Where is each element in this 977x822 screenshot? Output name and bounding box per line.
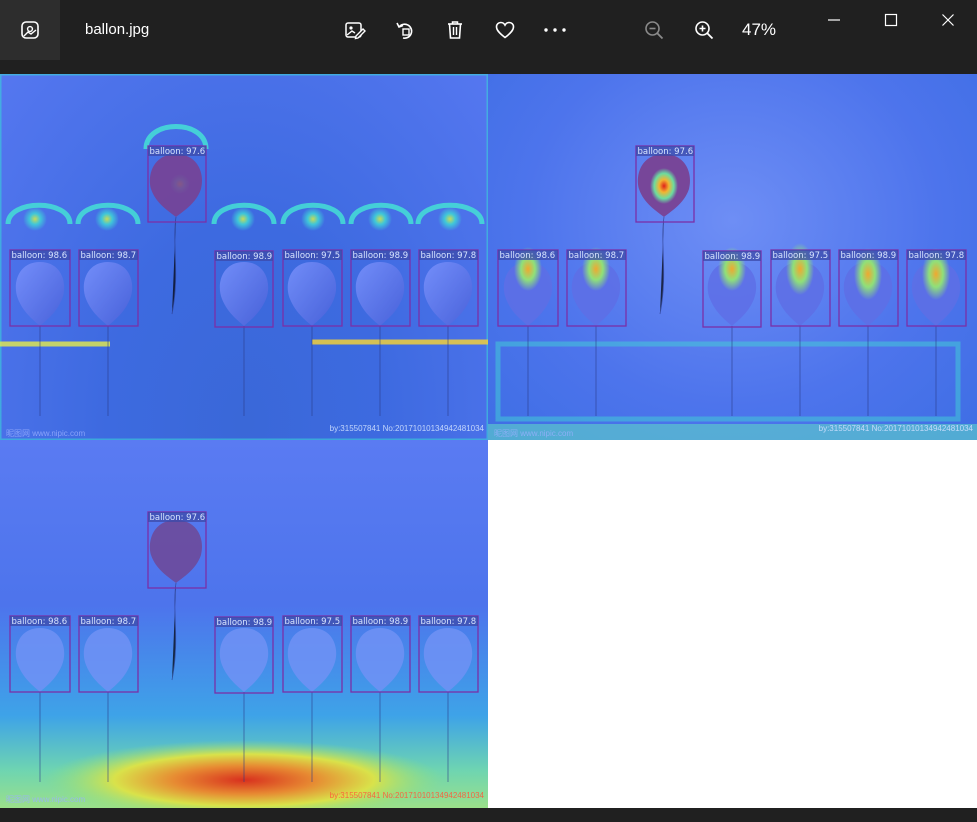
edit-image-button[interactable]: [341, 16, 369, 44]
detection-label: balloon: 97.6: [150, 513, 206, 523]
detection-label: balloon: 97.5: [773, 251, 829, 261]
bottom-bar: [0, 808, 977, 822]
zoom-out-button[interactable]: [640, 16, 668, 44]
close-icon: [942, 14, 954, 26]
detection-box: balloon: 98.7: [78, 249, 139, 327]
watermark-left: 昵图网 www.nipic.com: [6, 795, 86, 804]
more-options-button[interactable]: [541, 16, 569, 44]
detection-box: balloon: 98.9: [702, 250, 762, 328]
minimize-icon: [828, 19, 840, 21]
zoom-in-button[interactable]: [690, 16, 718, 44]
detection-label: balloon: 97.8: [421, 617, 477, 627]
detection-box: balloon: 98.9: [350, 615, 411, 693]
detection-label: balloon: 98.6: [12, 251, 68, 261]
title-bar: ballon.jpg 47%: [0, 0, 977, 60]
image-viewer-canvas[interactable]: balloon: 97.6 balloon: 98.6 balloon: 98.7 b…: [0, 74, 977, 808]
watermark-right: by:315507841 No:20171010134942481034: [329, 791, 484, 800]
detection-box: balloon: 97.5: [282, 249, 343, 327]
detection-box: balloon: 98.9: [350, 249, 411, 327]
detection-label: balloon: 97.8: [421, 251, 477, 261]
detection-label: balloon: 98.9: [217, 252, 273, 262]
detection-label: balloon: 98.9: [353, 251, 409, 261]
more-options-icon: [544, 28, 566, 32]
detection-box: balloon: 97.8: [418, 249, 479, 327]
minimize-button[interactable]: [819, 6, 849, 34]
photos-app-icon: [21, 21, 39, 39]
detection-box: balloon: 97.8: [906, 249, 967, 327]
detection-label: balloon: 97.8: [909, 251, 965, 261]
favorite-button[interactable]: [491, 16, 519, 44]
watermark-left: 昵图网 www.nipic.com: [494, 429, 574, 438]
detection-label: balloon: 98.7: [81, 251, 137, 261]
delete-button[interactable]: [441, 16, 469, 44]
detection-box: balloon: 97.5: [282, 615, 343, 693]
detection-box: balloon: 98.9: [838, 249, 899, 327]
zoom-out-icon: [645, 21, 664, 40]
detection-box: balloon: 98.7: [566, 249, 627, 327]
detection-box: balloon: 98.7: [78, 615, 139, 693]
detection-overlay: balloon: 97.6 balloon: 98.6 balloon: 98.7 b…: [9, 145, 967, 694]
delete-icon: [448, 21, 462, 39]
detection-box: balloon: 97.6: [147, 511, 207, 589]
detection-box: balloon: 98.6: [9, 615, 71, 693]
detection-box: balloon: 98.9: [214, 616, 274, 694]
favorite-heart-icon: [495, 21, 515, 39]
detection-box: balloon: 98.6: [9, 249, 71, 327]
watermark-right: by:315507841 No:20171010134942481034: [818, 424, 973, 433]
detection-label: balloon: 98.9: [705, 252, 761, 262]
zoom-level[interactable]: 47%: [742, 19, 776, 41]
photos-app-button[interactable]: [0, 0, 60, 60]
detection-label: balloon: 98.7: [569, 251, 625, 261]
detection-box: balloon: 98.6: [497, 249, 559, 327]
detection-label: balloon: 97.6: [150, 147, 206, 157]
detection-label: balloon: 98.9: [217, 618, 273, 628]
watermark-right: by:315507841 No:20171010134942481034: [329, 424, 484, 433]
detection-box: balloon: 98.9: [214, 250, 274, 328]
edit-image-icon: [345, 22, 366, 40]
detection-box: balloon: 97.6: [147, 145, 207, 223]
detection-label: balloon: 97.6: [638, 147, 694, 157]
zoom-in-icon: [695, 21, 714, 40]
detection-label: balloon: 98.7: [81, 617, 137, 627]
rotate-button[interactable]: [391, 16, 419, 44]
close-button[interactable]: [933, 6, 963, 34]
maximize-icon: [884, 13, 898, 27]
maximize-button[interactable]: [876, 6, 906, 34]
detection-box: balloon: 97.6: [635, 145, 695, 223]
detection-box: balloon: 97.8: [418, 615, 479, 693]
detection-label: balloon: 98.6: [500, 251, 556, 261]
watermark-left: 昵图网 www.nipic.com: [6, 429, 86, 438]
detection-label: balloon: 97.5: [285, 251, 341, 261]
detection-label: balloon: 98.9: [353, 617, 409, 627]
detection-box: balloon: 97.5: [770, 249, 831, 327]
detection-label: balloon: 98.9: [841, 251, 897, 261]
file-name: ballon.jpg: [85, 21, 150, 38]
detection-label: balloon: 98.6: [12, 617, 68, 627]
rotate-icon: [396, 22, 413, 39]
detection-label: balloon: 97.5: [285, 617, 341, 627]
